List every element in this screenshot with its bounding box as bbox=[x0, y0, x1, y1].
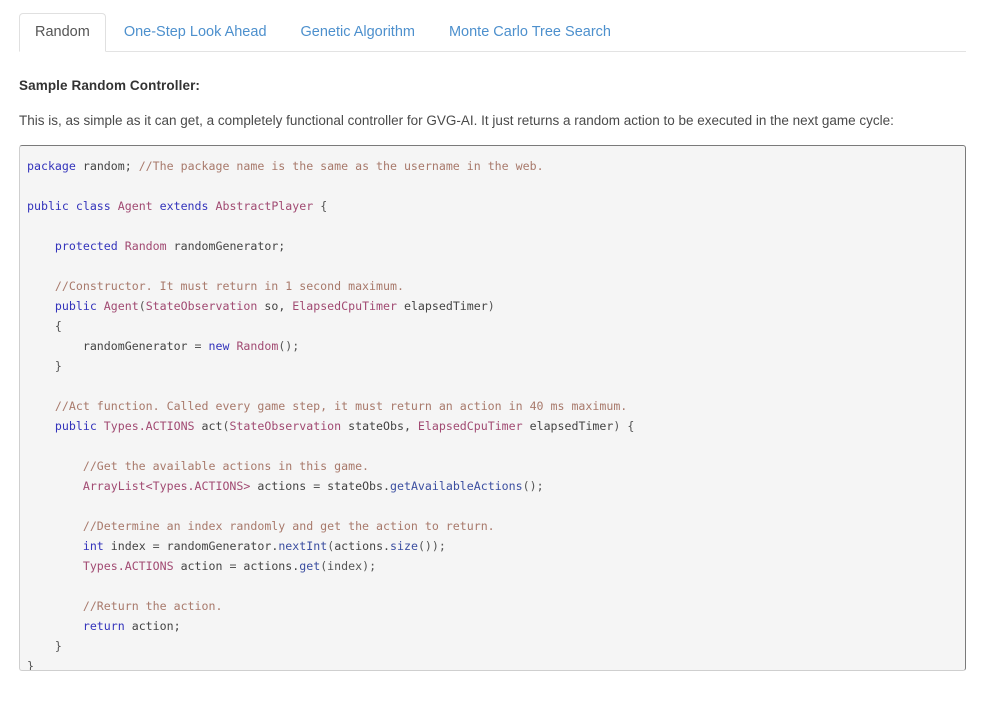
code-token: new bbox=[208, 339, 230, 354]
code-token: randomGenerator. bbox=[166, 539, 279, 554]
code-token: package bbox=[27, 159, 76, 174]
code-token: random; bbox=[75, 159, 139, 174]
code-token: Random bbox=[236, 339, 279, 354]
code-token: randomGenerator bbox=[27, 339, 195, 354]
code-token: Agent bbox=[103, 299, 139, 314]
code-token: ) bbox=[487, 299, 495, 314]
code-token: stateObs. bbox=[327, 479, 390, 494]
code-token: nextInt bbox=[278, 539, 328, 554]
code-token: } bbox=[27, 639, 62, 654]
code-token: index bbox=[103, 539, 153, 554]
code-token: act bbox=[194, 419, 223, 434]
code-token: Types.ACTIONS bbox=[103, 419, 195, 434]
code-token: public bbox=[54, 419, 97, 434]
code-token: elapsedTimer bbox=[522, 419, 614, 434]
code-token: int bbox=[82, 539, 104, 554]
code-token: actions bbox=[250, 479, 314, 494]
code-token: ElapsedCpuTimer bbox=[417, 419, 523, 434]
code-token: Random bbox=[124, 239, 167, 254]
java-source-code: package random; //The package name is th… bbox=[27, 156, 953, 672]
code-token: //The package name is the same as the us… bbox=[138, 159, 544, 174]
code-token: ()); bbox=[417, 539, 446, 554]
code-token: //Constructor. It must return in 1 secon… bbox=[54, 279, 404, 294]
code-token: = bbox=[313, 479, 328, 494]
code-token: protected bbox=[54, 239, 118, 254]
code-token: (); bbox=[522, 479, 544, 494]
code-token: //Act function. Called every game step, … bbox=[54, 399, 628, 414]
tab-random[interactable]: Random bbox=[19, 12, 106, 52]
code-token: ElapsedCpuTimer bbox=[292, 299, 397, 314]
code-token: AbstractPlayer bbox=[215, 199, 314, 214]
code-token: } bbox=[27, 659, 34, 672]
code-token: StateObservation bbox=[229, 419, 342, 434]
code-token: = bbox=[194, 339, 209, 354]
tab-genetic-algorithm[interactable]: Genetic Algorithm bbox=[285, 13, 431, 52]
code-sample-block: package random; //The package name is th… bbox=[19, 145, 966, 672]
code-token: { bbox=[27, 319, 62, 334]
code-token: action; bbox=[124, 619, 181, 634]
code-token: action bbox=[173, 559, 230, 574]
code-token: return bbox=[82, 619, 125, 634]
tab-panel-random: Sample Random Controller: This is, as si… bbox=[0, 78, 986, 672]
code-token: { bbox=[313, 199, 328, 214]
code-token: randomGenerator; bbox=[166, 239, 286, 254]
code-token: size bbox=[390, 539, 418, 554]
code-token: actions. bbox=[334, 539, 391, 554]
code-token: //Get the available actions in this game… bbox=[82, 459, 370, 474]
code-token: = bbox=[152, 539, 167, 554]
code-token: elapsedTimer bbox=[396, 299, 488, 314]
code-token: ArrayList<Types.ACTIONS> bbox=[82, 479, 251, 494]
code-token: Types.ACTIONS bbox=[82, 559, 174, 574]
code-token: (index); bbox=[320, 559, 377, 574]
code-token: public bbox=[54, 299, 97, 314]
code-token: actions. bbox=[243, 559, 300, 574]
code-token: ( bbox=[138, 299, 146, 314]
code-token: getAvailableActions bbox=[390, 479, 523, 494]
controller-description: This is, as simple as it can get, a comp… bbox=[19, 113, 894, 128]
code-token: //Return the action. bbox=[82, 599, 223, 614]
code-token: public class bbox=[27, 199, 118, 214]
code-token: } bbox=[27, 359, 62, 374]
code-token: ) { bbox=[613, 419, 635, 434]
code-token: extends bbox=[152, 199, 216, 214]
code-token: (); bbox=[278, 339, 300, 354]
code-token: = bbox=[229, 559, 244, 574]
page-title: Sample Random Controller: bbox=[19, 78, 201, 93]
code-token: StateObservation bbox=[145, 299, 258, 314]
controller-tabs: Random One-Step Look Ahead Genetic Algorit… bbox=[19, 8, 966, 52]
code-token: Agent bbox=[117, 199, 153, 214]
code-token: so, bbox=[257, 299, 293, 314]
tab-one-step-look-ahead[interactable]: One-Step Look Ahead bbox=[108, 13, 283, 52]
tab-monte-carlo-tree-search[interactable]: Monte Carlo Tree Search bbox=[433, 13, 627, 52]
code-token: get bbox=[299, 559, 321, 574]
code-token: stateObs, bbox=[341, 419, 418, 434]
code-token: //Determine an index randomly and get th… bbox=[82, 519, 495, 534]
